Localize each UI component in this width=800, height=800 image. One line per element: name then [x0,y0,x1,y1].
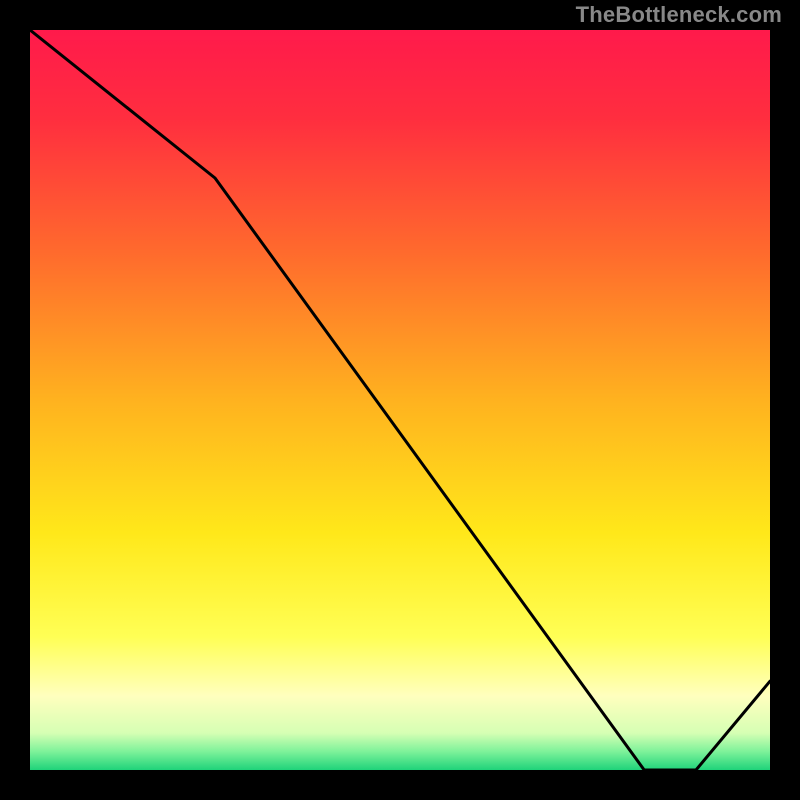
bottleneck-chart [30,30,770,770]
chart-frame: TheBottleneck.com [0,0,800,800]
gradient-background [30,30,770,770]
watermark-text: TheBottleneck.com [576,2,782,28]
